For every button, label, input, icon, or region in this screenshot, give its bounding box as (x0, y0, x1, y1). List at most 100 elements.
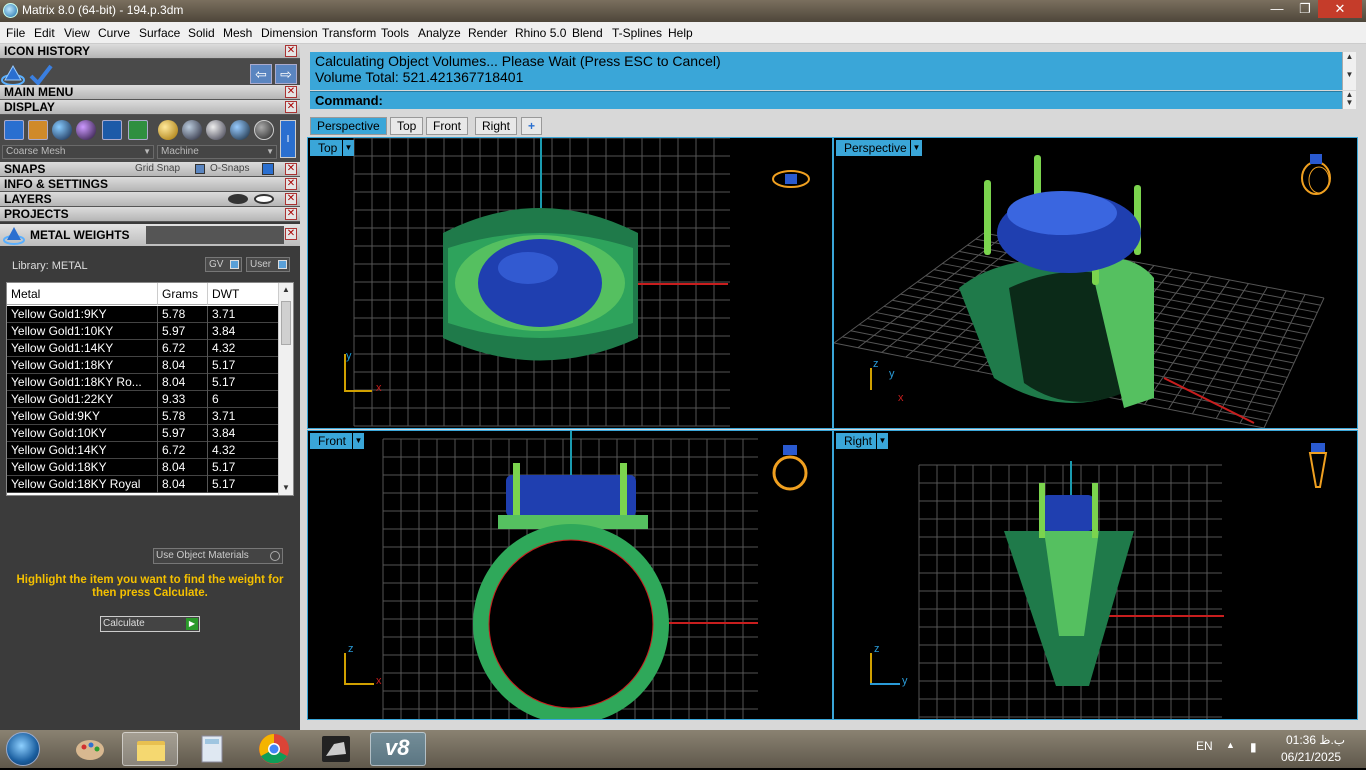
blue-sphere-icon[interactable] (230, 120, 250, 140)
viewport-right[interactable]: Right ▼ z y (833, 430, 1358, 720)
maximize-button[interactable]: ❐ (1290, 0, 1320, 18)
pan-icon[interactable] (28, 120, 48, 140)
menu-edit[interactable]: Edit (34, 26, 55, 40)
menu-help[interactable]: Help (668, 26, 693, 40)
use-object-materials-checkbox[interactable]: Use Object Materials (153, 548, 283, 564)
icon-history-header[interactable]: ICON HISTORY ✕ (0, 44, 300, 59)
settings-icon[interactable] (102, 120, 122, 140)
metal-table[interactable]: Metal Grams DWT Yellow Gold1:9KY 5.78 3.71… (6, 282, 294, 496)
layout-icon[interactable] (128, 120, 148, 140)
minimize-button[interactable]: — (1262, 0, 1292, 18)
display-toggle[interactable]: I (280, 120, 296, 158)
mesh-quality-select[interactable]: Coarse Mesh ▼ (2, 145, 154, 159)
file-explorer-icon[interactable] (122, 732, 178, 766)
language-indicator[interactable]: EN (1196, 739, 1213, 753)
battery-icon[interactable]: ▮ (1250, 740, 1257, 754)
shaded-sphere-icon[interactable] (52, 120, 72, 140)
column-header-dwt[interactable]: DWT (208, 283, 279, 305)
close-icon[interactable]: ✕ (285, 178, 297, 190)
calculate-button[interactable]: Calculate ▶ (100, 616, 200, 632)
chevron-down-icon[interactable]: ▼ (910, 140, 922, 156)
back-arrow-icon[interactable]: ⇦ (250, 64, 272, 84)
tray-expand-icon[interactable]: ▲ (1226, 740, 1235, 750)
main-menu-header[interactable]: MAIN MENU ✕ (0, 85, 300, 100)
clock-time[interactable]: 01:36 ب.ظ (1286, 733, 1345, 747)
snaps-header[interactable]: SNAPS Grid Snap O-Snaps ✕ (0, 162, 300, 177)
clock-date[interactable]: 06/21/2025 (1281, 750, 1341, 764)
viewport-label-front[interactable]: Front (310, 433, 355, 449)
o-snaps-indicator[interactable] (262, 163, 274, 175)
paint-app-icon[interactable] (62, 732, 118, 766)
top-view-canvas[interactable] (308, 138, 833, 429)
gold-sphere-icon[interactable] (158, 120, 178, 140)
column-header-grams[interactable]: Grams (158, 283, 208, 305)
calculator-app-icon[interactable] (184, 732, 240, 766)
grid-snap-toggle[interactable]: Grid Snap (135, 163, 180, 174)
command-history-scrollbar[interactable]: ▲ ▼ (1342, 52, 1356, 90)
close-icon[interactable]: ✕ (285, 193, 297, 205)
menu-transform[interactable]: Transform (322, 26, 376, 40)
chrome-app-icon[interactable] (246, 732, 302, 766)
table-row[interactable]: Yellow Gold1:22KY 9.33 6 (7, 391, 279, 408)
viewport-top[interactable]: Top ▼ y x (307, 137, 833, 429)
projects-header[interactable]: PROJECTS ✕ (0, 207, 300, 222)
menu-tools[interactable]: Tools (381, 26, 409, 40)
menu-blend[interactable]: Blend (572, 26, 603, 40)
tab-top[interactable]: Top (390, 117, 424, 135)
windows-start-icon[interactable] (6, 732, 40, 766)
close-icon[interactable]: ✕ (285, 228, 297, 240)
material-select[interactable]: Machine ▼ (157, 145, 277, 159)
close-button[interactable]: ✕ (1318, 0, 1362, 18)
close-icon[interactable]: ✕ (285, 101, 297, 113)
viewport-label-top[interactable]: Top (310, 140, 346, 156)
scroll-up-icon[interactable]: ▲ (282, 285, 290, 294)
command-line-scrollbar[interactable]: ▲ ▼ (1342, 91, 1356, 109)
table-scrollbar[interactable]: ▲ ▼ (278, 283, 293, 495)
viewport-front[interactable]: Front ▼ z x (307, 430, 833, 720)
table-row[interactable]: Yellow Gold:9KY 5.78 3.71 (7, 408, 279, 425)
close-icon[interactable]: ✕ (285, 86, 297, 98)
eye-icon[interactable] (254, 194, 274, 204)
tab-front[interactable]: Front (426, 117, 469, 135)
close-icon[interactable]: ✕ (285, 45, 297, 57)
table-row[interactable]: Yellow Gold1:18KY Ro... 8.04 5.17 (7, 374, 279, 391)
scroll-down-icon[interactable]: ▼ (282, 483, 290, 492)
chevron-down-icon[interactable]: ▼ (352, 433, 364, 449)
menu-surface[interactable]: Surface (139, 26, 180, 40)
column-header-metal[interactable]: Metal (7, 283, 158, 305)
table-row[interactable]: Yellow Gold:14KY 6.72 4.32 (7, 442, 279, 459)
matrix-app-icon[interactable]: v8 (370, 732, 426, 766)
front-view-canvas[interactable] (308, 431, 833, 720)
table-row[interactable]: Yellow Gold1:14KY 6.72 4.32 (7, 340, 279, 357)
viewport-label-right[interactable]: Right (836, 433, 881, 449)
wire-sphere-icon[interactable] (206, 120, 226, 140)
chevron-down-icon[interactable]: ▼ (342, 140, 354, 156)
menu-view[interactable]: View (64, 26, 90, 40)
menu-file[interactable]: File (6, 26, 25, 40)
info-settings-header[interactable]: INFO & SETTINGS ✕ (0, 177, 300, 192)
table-row[interactable]: Yellow Gold:10KY 5.97 3.84 (7, 425, 279, 442)
silver-sphere-icon[interactable] (182, 120, 202, 140)
menu-mesh[interactable]: Mesh (223, 26, 252, 40)
menu-analyze[interactable]: Analyze (418, 26, 461, 40)
command-line[interactable]: Command: (310, 91, 1356, 109)
rendered-sphere-icon[interactable] (76, 120, 96, 140)
menu-dimension[interactable]: Dimension (261, 26, 318, 40)
o-snaps-toggle[interactable]: O-Snaps (210, 163, 249, 174)
app-icon[interactable] (3, 3, 18, 18)
grid-snap-indicator[interactable] (195, 164, 205, 174)
table-row[interactable]: Yellow Gold1:10KY 5.97 3.84 (7, 323, 279, 340)
table-row[interactable]: Yellow Gold:18KY 8.04 5.17 (7, 459, 279, 476)
right-view-canvas[interactable] (834, 431, 1358, 720)
close-icon[interactable]: ✕ (285, 208, 297, 220)
display-header[interactable]: DISPLAY ✕ (0, 100, 300, 115)
tab-perspective[interactable]: Perspective (310, 117, 387, 135)
gv-button[interactable]: GV (205, 257, 242, 272)
menu-rhino[interactable]: Rhino 5.0 (515, 26, 566, 40)
forward-arrow-icon[interactable]: ⇨ (275, 64, 297, 84)
add-tab-button[interactable]: + (521, 117, 543, 135)
menu-solid[interactable]: Solid (188, 26, 215, 40)
close-icon[interactable]: ✕ (285, 163, 297, 175)
viewport-label-perspective[interactable]: Perspective (836, 140, 915, 156)
menu-render[interactable]: Render (468, 26, 507, 40)
